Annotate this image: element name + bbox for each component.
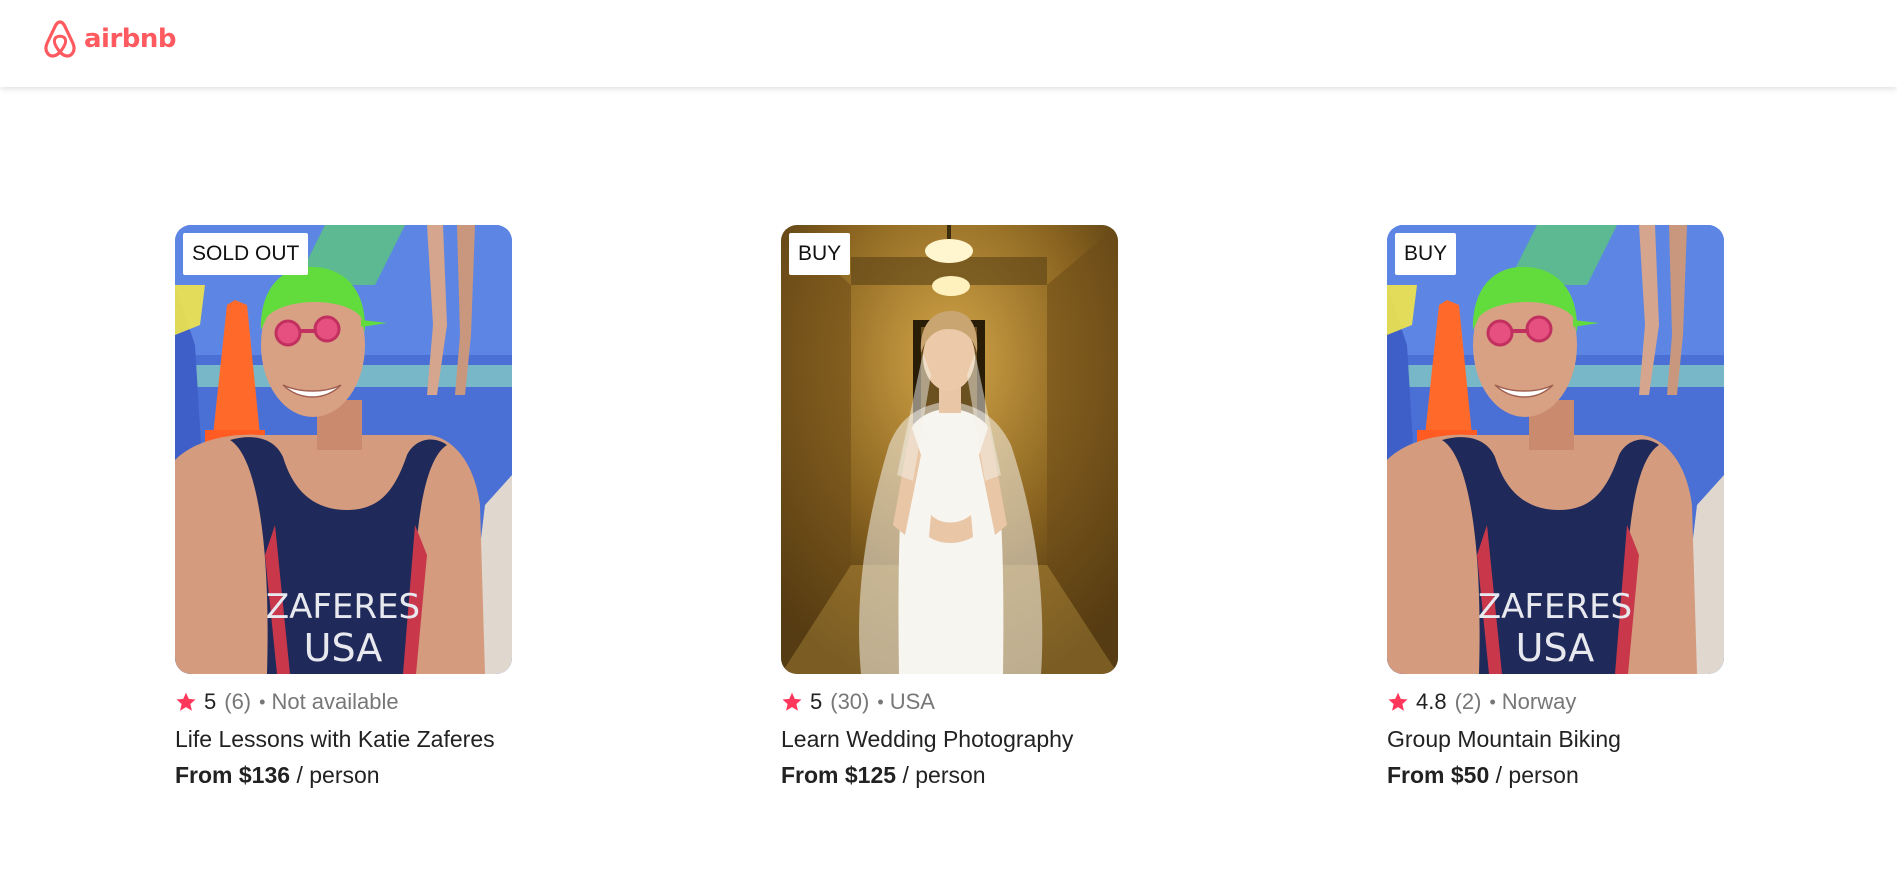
experience-title[interactable]: Life Lessons with Katie Zaferes	[175, 723, 512, 755]
location-text: Norway	[1501, 689, 1577, 714]
airbnb-logo[interactable]: airbnb	[42, 18, 177, 60]
status-badge: SOLD OUT	[183, 233, 309, 275]
top-navbar: airbnb	[0, 0, 1897, 87]
card-stats: 5 (30) • USA	[781, 687, 1118, 717]
experience-title[interactable]: Group Mountain Biking	[1387, 723, 1724, 755]
jersey-text-line1: ZAFERES	[266, 587, 420, 627]
separator-dot: •	[1489, 691, 1496, 712]
bride-photo	[781, 225, 1118, 674]
rating-value: 5	[810, 689, 823, 714]
star-icon	[781, 691, 803, 713]
jersey-text-line2: USA	[304, 626, 383, 670]
status-badge: BUY	[789, 233, 851, 275]
rating-value: 5	[204, 689, 217, 714]
price-from: From $125	[781, 762, 897, 788]
experience-card[interactable]: ZAFERES USA SOLD OUT 5 (6) • Not availab…	[175, 225, 512, 791]
price-unit: / person	[296, 762, 380, 788]
location-text: USA	[889, 689, 935, 714]
athlete-photo: ZAFERES USA	[1387, 225, 1724, 674]
price-line: From $50 / person	[1387, 759, 1724, 791]
separator-dot: •	[877, 691, 884, 712]
star-icon	[1387, 691, 1409, 713]
price-from: From $50	[1387, 762, 1490, 788]
price-line: From $136 / person	[175, 759, 512, 791]
jersey-text-line2: USA	[1516, 626, 1595, 670]
star-icon	[175, 691, 197, 713]
experience-card[interactable]: BUY 5 (30) • USA Learn Wedding Photograp…	[781, 225, 1118, 791]
separator-dot: •	[259, 691, 266, 712]
location-text: Not available	[271, 689, 399, 714]
review-count: (30)	[830, 689, 870, 714]
card-stats: 5 (6) • Not available	[175, 687, 512, 717]
experience-photo[interactable]: BUY	[781, 225, 1118, 674]
airbnb-belo-icon	[44, 20, 76, 58]
experience-photo[interactable]: ZAFERES USA SOLD OUT	[175, 225, 512, 674]
experience-card[interactable]: ZAFERES USA BUY 4.8 (2) • Norway Group M…	[1387, 225, 1724, 791]
rating-value: 4.8	[1416, 689, 1447, 714]
review-count: (6)	[224, 689, 252, 714]
review-count: (2)	[1454, 689, 1482, 714]
brand-wordmark: airbnb	[84, 24, 177, 54]
experience-title[interactable]: Learn Wedding Photography	[781, 723, 1118, 755]
athlete-photo: ZAFERES USA	[175, 225, 512, 674]
price-from: From $136	[175, 762, 291, 788]
price-unit: / person	[1495, 762, 1579, 788]
price-unit: / person	[902, 762, 986, 788]
experience-photo[interactable]: ZAFERES USA BUY	[1387, 225, 1724, 674]
status-badge: BUY	[1395, 233, 1457, 275]
price-line: From $125 / person	[781, 759, 1118, 791]
jersey-text-line1: ZAFERES	[1478, 587, 1632, 627]
card-stats: 4.8 (2) • Norway	[1387, 687, 1724, 717]
